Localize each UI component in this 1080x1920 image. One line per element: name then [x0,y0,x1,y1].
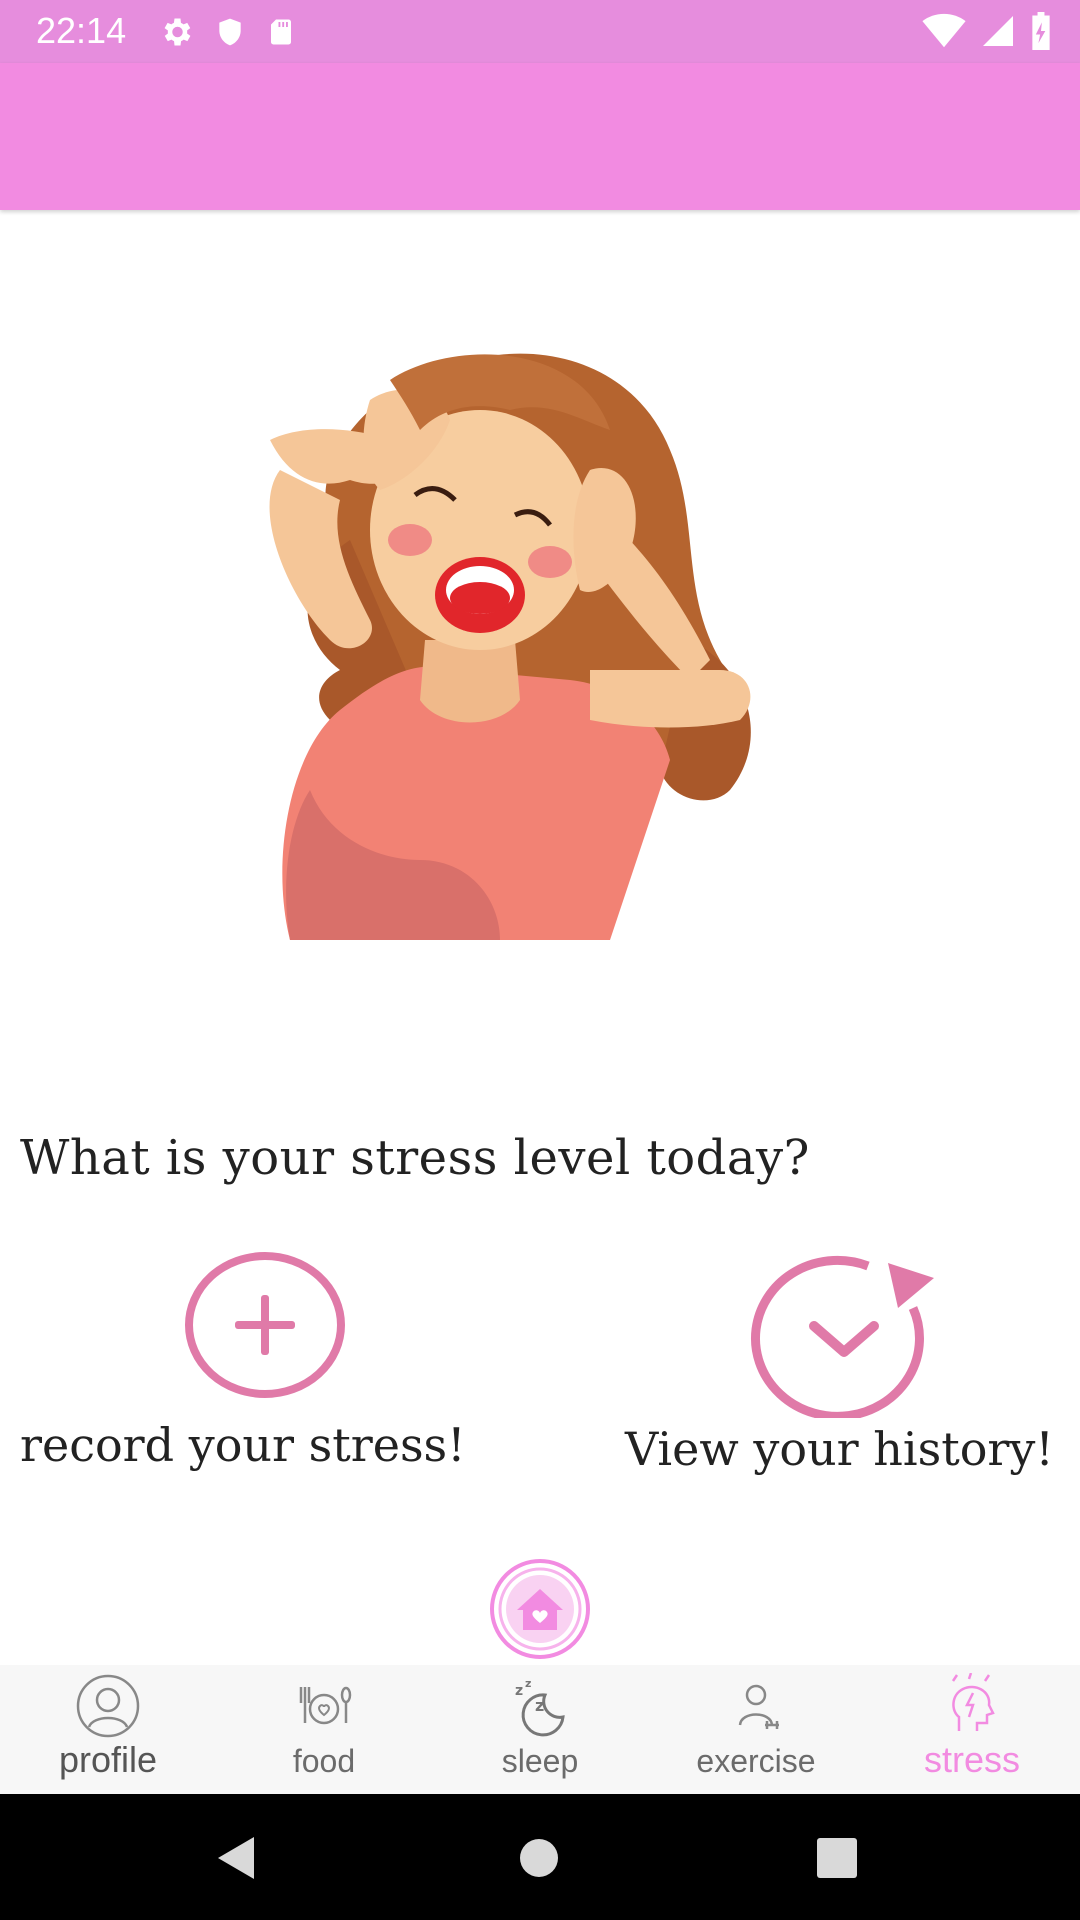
stressed-woman-illustration [269,353,751,940]
record-stress-button[interactable] [184,1250,346,1412]
exercise-icon [738,1684,779,1729]
nav-label-sleep: sleep [501,1743,579,1779]
signal-icon [983,16,1013,46]
home-button[interactable] [487,1556,593,1662]
status-bar: 22:14 [0,0,1080,63]
battery-icon [1032,12,1050,50]
nav-item-profile[interactable]: profile [0,1665,216,1794]
app-bar [0,63,1080,210]
nav-item-exercise[interactable]: exercise [648,1665,864,1794]
svg-text:z: z [515,1683,523,1699]
view-history-label[interactable]: View your history! [625,1422,1054,1476]
sleep-icon: z z z [515,1677,565,1737]
status-time: 22:14 [36,10,127,51]
nav-item-stress[interactable]: stress [864,1665,1080,1794]
shield-icon [219,18,241,46]
system-navigation-bar [0,1794,1080,1920]
stress-icon [951,1673,995,1731]
nav-label-exercise: exercise [696,1743,816,1779]
history-icon [751,1255,934,1418]
nav-item-food[interactable]: food [216,1665,432,1794]
profile-icon [76,1674,140,1738]
wifi-icon [922,13,966,48]
home-circle-icon[interactable] [519,1838,559,1878]
recents-icon[interactable] [817,1838,857,1878]
nav-label-stress: stress [923,1739,1020,1780]
nav-item-sleep[interactable]: z z z sleep [432,1665,648,1794]
record-stress-label[interactable]: record your stress! [20,1418,466,1472]
sd-card-icon [271,19,291,45]
gear-icon [164,18,191,46]
view-history-button[interactable] [748,1248,940,1418]
stress-question: What is your stress level today? [20,1130,810,1186]
add-circle-icon [185,1252,345,1398]
svg-text:z: z [525,1677,531,1690]
bottom-navigation: profile food z z z sleep exercise stress [0,1665,1080,1794]
svg-text:z: z [535,1696,544,1715]
back-icon[interactable] [214,1835,258,1881]
food-icon [299,1686,352,1725]
nav-label-profile: profile [58,1739,158,1780]
nav-label-food: food [292,1743,356,1779]
